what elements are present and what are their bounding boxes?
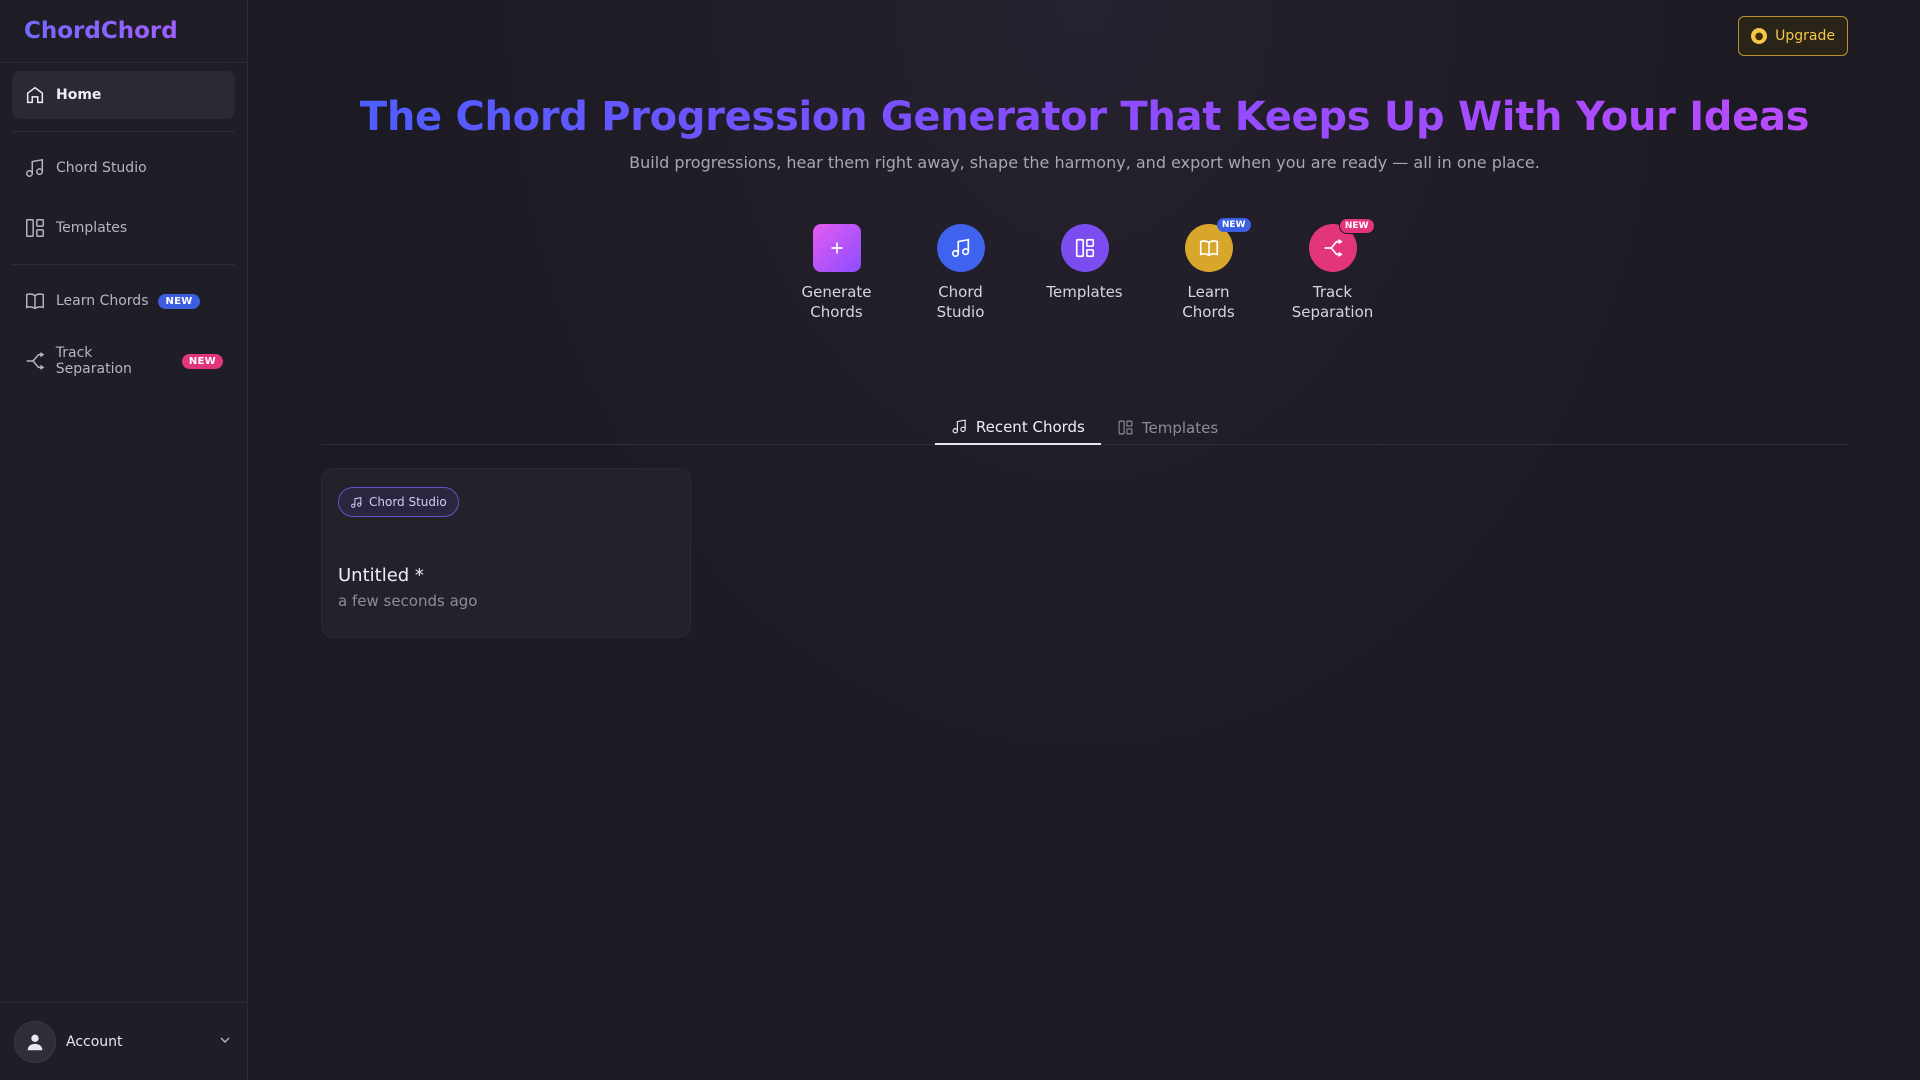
sidebar-item-label: Learn Chords	[56, 293, 149, 309]
book-icon: NEW	[1184, 218, 1251, 272]
sidebar-item-label: Home	[56, 87, 102, 103]
quick-action-templates[interactable]: Templates	[1038, 224, 1132, 322]
sidebar: ChordChord Home Chord Studio Templates L…	[0, 0, 248, 1080]
upgrade-label: Upgrade	[1775, 28, 1835, 44]
split-icon: NEW	[1308, 218, 1375, 272]
sidebar-item-label: Chord Studio	[56, 160, 147, 176]
new-badge: NEW	[181, 353, 223, 369]
card-title: Untitled *	[338, 565, 424, 586]
quick-action-label: Track Separation	[1291, 283, 1374, 321]
home-icon	[26, 86, 44, 104]
tab-recent-chords[interactable]: Recent Chords	[934, 410, 1101, 445]
plus-icon	[812, 224, 861, 272]
avatar	[14, 1020, 56, 1063]
sidebar-item-label: Track Separation	[55, 345, 132, 377]
sidebar-item-chord-studio[interactable]: Chord Studio	[12, 144, 235, 192]
sidebar-item-home[interactable]: Home	[12, 71, 235, 119]
chip-label: Chord Studio	[369, 495, 447, 509]
quick-action-generate-chords[interactable]: Generate Chords	[790, 224, 884, 322]
templates-icon	[1118, 420, 1133, 435]
sidebar-item-track-separation[interactable]: Track Separation NEW	[12, 337, 235, 385]
quick-action-track-separation[interactable]: NEW Track Separation	[1286, 218, 1380, 322]
music-note-icon	[952, 419, 966, 434]
quick-action-label: Chord Studio	[936, 283, 985, 321]
user-icon	[27, 1034, 43, 1050]
quick-action-label: Templates	[1046, 283, 1123, 301]
book-icon	[26, 293, 44, 310]
quick-action-label: Generate Chords	[801, 283, 872, 321]
music-note-icon	[26, 158, 44, 177]
split-icon	[26, 352, 45, 370]
quick-action-learn-chords[interactable]: NEW Learn Chords	[1162, 218, 1256, 322]
recent-chord-card[interactable]: Chord Studio Untitled * a few seconds ag…	[321, 468, 691, 638]
card-timestamp: a few seconds ago	[338, 592, 478, 610]
music-note-icon	[351, 496, 362, 508]
tab-templates[interactable]: Templates	[1101, 410, 1234, 445]
page-subtitle: Build progressions, hear them right away…	[629, 153, 1540, 172]
new-badge: NEW	[158, 293, 200, 309]
new-badge: NEW	[1216, 218, 1251, 232]
quick-action-chord-studio[interactable]: Chord Studio	[914, 224, 1008, 322]
brand-logo[interactable]: ChordChord	[0, 0, 247, 63]
content-tabs: Recent Chords Templates	[321, 410, 1848, 445]
quick-actions: Generate Chords Chord Studio Templates N…	[249, 218, 1920, 322]
templates-icon	[1060, 224, 1109, 272]
tab-label: Templates	[1141, 418, 1219, 437]
sidebar-item-label: Templates	[56, 220, 128, 236]
page-title: The Chord Progression Generator That Kee…	[359, 94, 1810, 140]
account-label: Account	[66, 1033, 123, 1050]
coin-icon: ●	[1751, 28, 1768, 44]
upgrade-button[interactable]: ● Upgrade	[1738, 16, 1848, 56]
chevron-down-icon	[217, 1032, 233, 1052]
nav-divider	[12, 131, 235, 132]
sidebar-item-learn-chords[interactable]: Learn Chords NEW	[12, 277, 235, 325]
sidebar-nav: Home Chord Studio Templates Learn Chords…	[0, 63, 247, 397]
main-content: ● Upgrade The Chord Progression Generato…	[249, 0, 1920, 1080]
account-menu[interactable]: Account	[0, 1002, 247, 1080]
quick-action-label: Learn Chords	[1182, 283, 1235, 321]
nav-divider	[12, 264, 235, 265]
new-badge: NEW	[1338, 218, 1375, 234]
source-chip: Chord Studio	[338, 487, 459, 517]
templates-icon	[26, 219, 44, 237]
sidebar-item-templates[interactable]: Templates	[12, 204, 235, 252]
music-note-icon	[936, 224, 985, 272]
tab-label: Recent Chords	[975, 417, 1085, 436]
